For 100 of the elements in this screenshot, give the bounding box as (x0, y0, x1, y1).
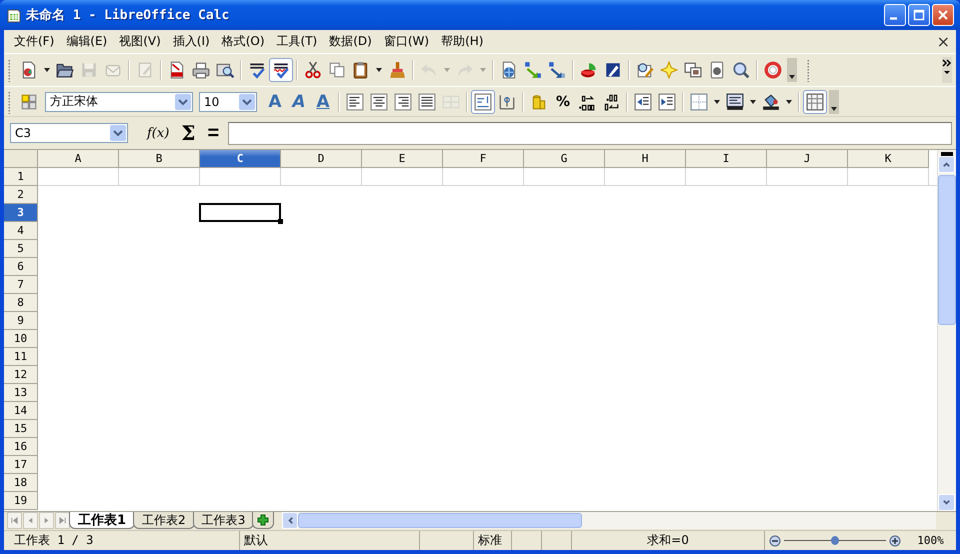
caret-icon[interactable] (750, 100, 756, 104)
percent-button[interactable]: % (551, 90, 575, 114)
scroll-up-button[interactable] (938, 156, 955, 173)
bold-button[interactable]: A (263, 90, 287, 114)
windows-icon (684, 61, 702, 79)
row-header[interactable]: 6 (4, 258, 38, 276)
sum-button[interactable]: Σ (178, 121, 198, 145)
row-header[interactable]: 16 (4, 438, 38, 456)
menu-item[interactable]: 数据(D) (323, 33, 378, 50)
caret-icon[interactable] (786, 100, 792, 104)
zoom-out-button[interactable] (769, 534, 781, 546)
toolbar-button[interactable] (269, 58, 293, 82)
caret-icon[interactable] (714, 100, 720, 104)
sort-icon (524, 61, 542, 79)
row-header[interactable]: 13 (4, 384, 38, 402)
caret-icon[interactable] (44, 68, 50, 72)
fill-handle[interactable] (278, 219, 283, 224)
italic-button[interactable]: A (287, 90, 311, 114)
sheet-tab[interactable]: 工作表3 (192, 512, 254, 529)
column-header[interactable]: G (524, 150, 605, 168)
toolbar-grip[interactable] (8, 58, 11, 82)
dropdown-button[interactable] (175, 94, 191, 110)
scroll-down-button[interactable] (938, 494, 955, 511)
globe-icon (500, 61, 518, 79)
menu-item[interactable]: 插入(I) (166, 33, 216, 50)
row-header[interactable]: 8 (4, 294, 38, 312)
toolbar-grip[interactable] (807, 58, 810, 82)
function-wizard-button[interactable]: f(x) (144, 126, 172, 140)
menu-item[interactable]: 编辑(E) (60, 33, 114, 50)
column-header[interactable]: H (605, 150, 686, 168)
caret-icon[interactable] (376, 68, 382, 72)
zoom-slider-thumb[interactable] (831, 536, 839, 545)
sheet-tab[interactable]: 工作表2 (133, 512, 195, 529)
column-header[interactable]: A (38, 150, 119, 168)
last-sheet-button[interactable] (55, 512, 70, 529)
maximize-button[interactable] (908, 4, 930, 26)
row-header[interactable]: 10 (4, 330, 38, 348)
row-header[interactable]: 1 (4, 168, 38, 186)
vertical-scrollbar[interactable] (937, 150, 956, 511)
clipboard-icon (352, 61, 370, 79)
row-header[interactable]: 19 (4, 492, 38, 510)
row-header[interactable]: 11 (4, 348, 38, 366)
zoom-in-button[interactable] (889, 534, 901, 546)
add-sheet-button[interactable] (252, 512, 274, 529)
column-header[interactable]: B (119, 150, 200, 168)
menu-item[interactable]: 工具(T) (270, 33, 324, 50)
pie-chart-icon (580, 61, 598, 79)
brush-icon (388, 61, 406, 79)
close-button[interactable] (932, 4, 954, 26)
spellcheck-icon (272, 61, 290, 79)
font-size-field[interactable]: 10 (199, 92, 257, 112)
close-document-button[interactable]: × (930, 32, 956, 51)
toolbar-button[interactable] (803, 90, 827, 114)
caret-icon (831, 106, 837, 110)
toolbar-grip[interactable] (8, 90, 11, 114)
toolbar-chevron-button[interactable] (942, 57, 952, 83)
row-header[interactable]: 9 (4, 312, 38, 330)
row-header[interactable]: 2 (4, 186, 38, 204)
row-header[interactable]: 5 (4, 240, 38, 258)
column-header[interactable]: I (686, 150, 767, 168)
toolbar-overflow-button[interactable] (787, 58, 797, 82)
underline-button[interactable]: A (311, 90, 335, 114)
column-header[interactable]: K (848, 150, 929, 168)
horizontal-scrollbar[interactable] (282, 512, 936, 529)
minimize-button[interactable] (884, 4, 906, 26)
row-header[interactable]: 17 (4, 456, 38, 474)
menu-item[interactable]: 窗口(W) (378, 33, 436, 50)
menu-item[interactable]: 格式(O) (216, 33, 271, 50)
formula-button[interactable]: = (204, 122, 222, 144)
font-name-field[interactable]: 方正宋体 (45, 92, 193, 112)
column-header[interactable]: E (362, 150, 443, 168)
first-sheet-button[interactable] (7, 512, 22, 529)
row-header[interactable]: 4 (4, 222, 38, 240)
selected-cell[interactable] (199, 203, 281, 222)
scroll-left-button[interactable] (282, 512, 298, 529)
dropdown-button[interactable] (110, 125, 126, 141)
previous-sheet-button[interactable] (23, 512, 38, 529)
row-header[interactable]: 15 (4, 420, 38, 438)
toolbar-overflow-button[interactable] (829, 90, 839, 114)
scroll-thumb[interactable] (938, 175, 956, 325)
folder-icon (56, 61, 74, 79)
row-header[interactable]: 18 (4, 474, 38, 492)
menu-item[interactable]: 帮助(H) (435, 33, 490, 50)
column-header[interactable]: D (281, 150, 362, 168)
formula-input[interactable] (228, 122, 952, 144)
column-header[interactable]: J (767, 150, 848, 168)
column-header[interactable]: F (443, 150, 524, 168)
dropdown-button[interactable] (239, 94, 255, 110)
menu-item[interactable]: 视图(V) (113, 33, 167, 50)
row-header[interactable]: 3 (4, 204, 38, 222)
split-handle[interactable] (941, 152, 953, 156)
row-header[interactable]: 14 (4, 402, 38, 420)
scroll-thumb[interactable] (298, 513, 582, 528)
name-box[interactable]: C3 (10, 123, 128, 143)
next-sheet-button[interactable] (39, 512, 54, 529)
row-header[interactable]: 7 (4, 276, 38, 294)
menu-item[interactable]: 文件(F) (8, 33, 60, 50)
sheet-tab[interactable]: 工作表1 (69, 512, 136, 529)
column-header[interactable]: C (200, 150, 281, 168)
row-header[interactable]: 12 (4, 366, 38, 384)
